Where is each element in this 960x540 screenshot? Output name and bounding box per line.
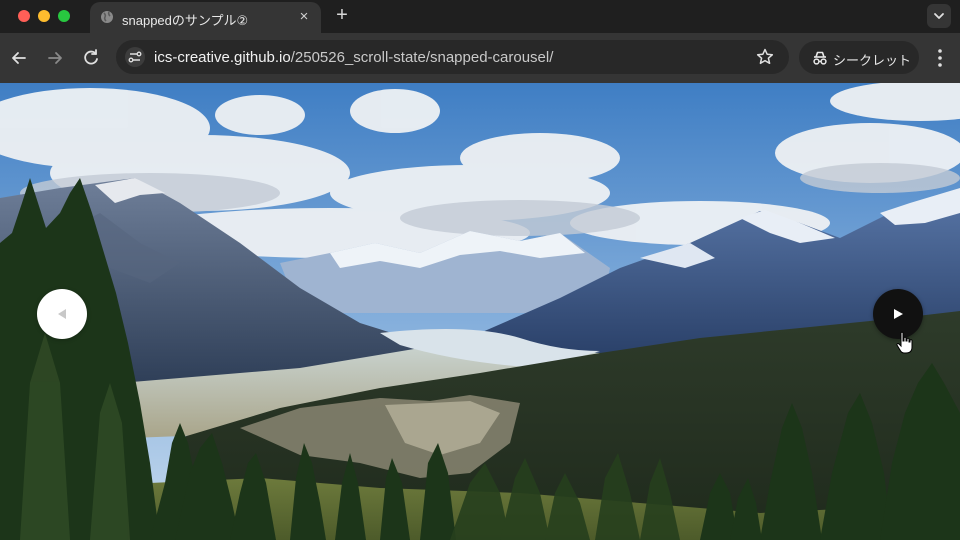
more-menu-button[interactable]	[930, 47, 950, 69]
triangle-left-icon	[58, 309, 66, 319]
url-path: /250526_scroll-state/snapped-carousel/	[290, 49, 554, 66]
new-tab-button[interactable]: +	[332, 5, 352, 25]
maximize-window-button[interactable]	[58, 10, 70, 22]
carousel-prev-button[interactable]	[37, 289, 87, 339]
globe-icon	[100, 10, 114, 24]
forward-icon	[48, 52, 62, 64]
incognito-label: シークレット	[833, 53, 912, 68]
reload-button[interactable]	[79, 46, 103, 70]
url-text: ics-creative.github.io/250526_scroll-sta…	[154, 49, 553, 66]
tab-search-button[interactable]	[927, 4, 951, 28]
browser-toolbar: ics-creative.github.io/250526_scroll-sta…	[0, 33, 960, 83]
back-icon	[12, 52, 26, 64]
tab-strip: snappedのサンプル② × +	[0, 0, 960, 33]
minimize-window-button[interactable]	[38, 10, 50, 22]
page-content	[0, 83, 960, 540]
address-bar[interactable]: ics-creative.github.io/250526_scroll-sta…	[116, 40, 789, 74]
tab-close-button[interactable]: ×	[295, 8, 313, 26]
back-button[interactable]	[7, 46, 31, 70]
hand-cursor-icon	[896, 331, 913, 354]
tab-title: snappedのサンプル②	[122, 13, 249, 28]
tab-search-chevron-icon	[934, 13, 944, 19]
incognito-icon	[811, 49, 829, 67]
incognito-indicator[interactable]: シークレット	[799, 41, 919, 74]
browser-tab[interactable]: snappedのサンプル② ×	[90, 2, 321, 33]
bookmark-star-icon[interactable]	[755, 47, 775, 67]
carousel-slide-image	[0, 83, 960, 540]
more-menu-icon	[938, 49, 942, 67]
url-host: ics-creative.github.io	[154, 49, 291, 66]
site-info-icon[interactable]	[124, 46, 146, 68]
forward-button[interactable]	[43, 46, 67, 70]
close-window-button[interactable]	[18, 10, 30, 22]
reload-icon	[84, 49, 98, 65]
